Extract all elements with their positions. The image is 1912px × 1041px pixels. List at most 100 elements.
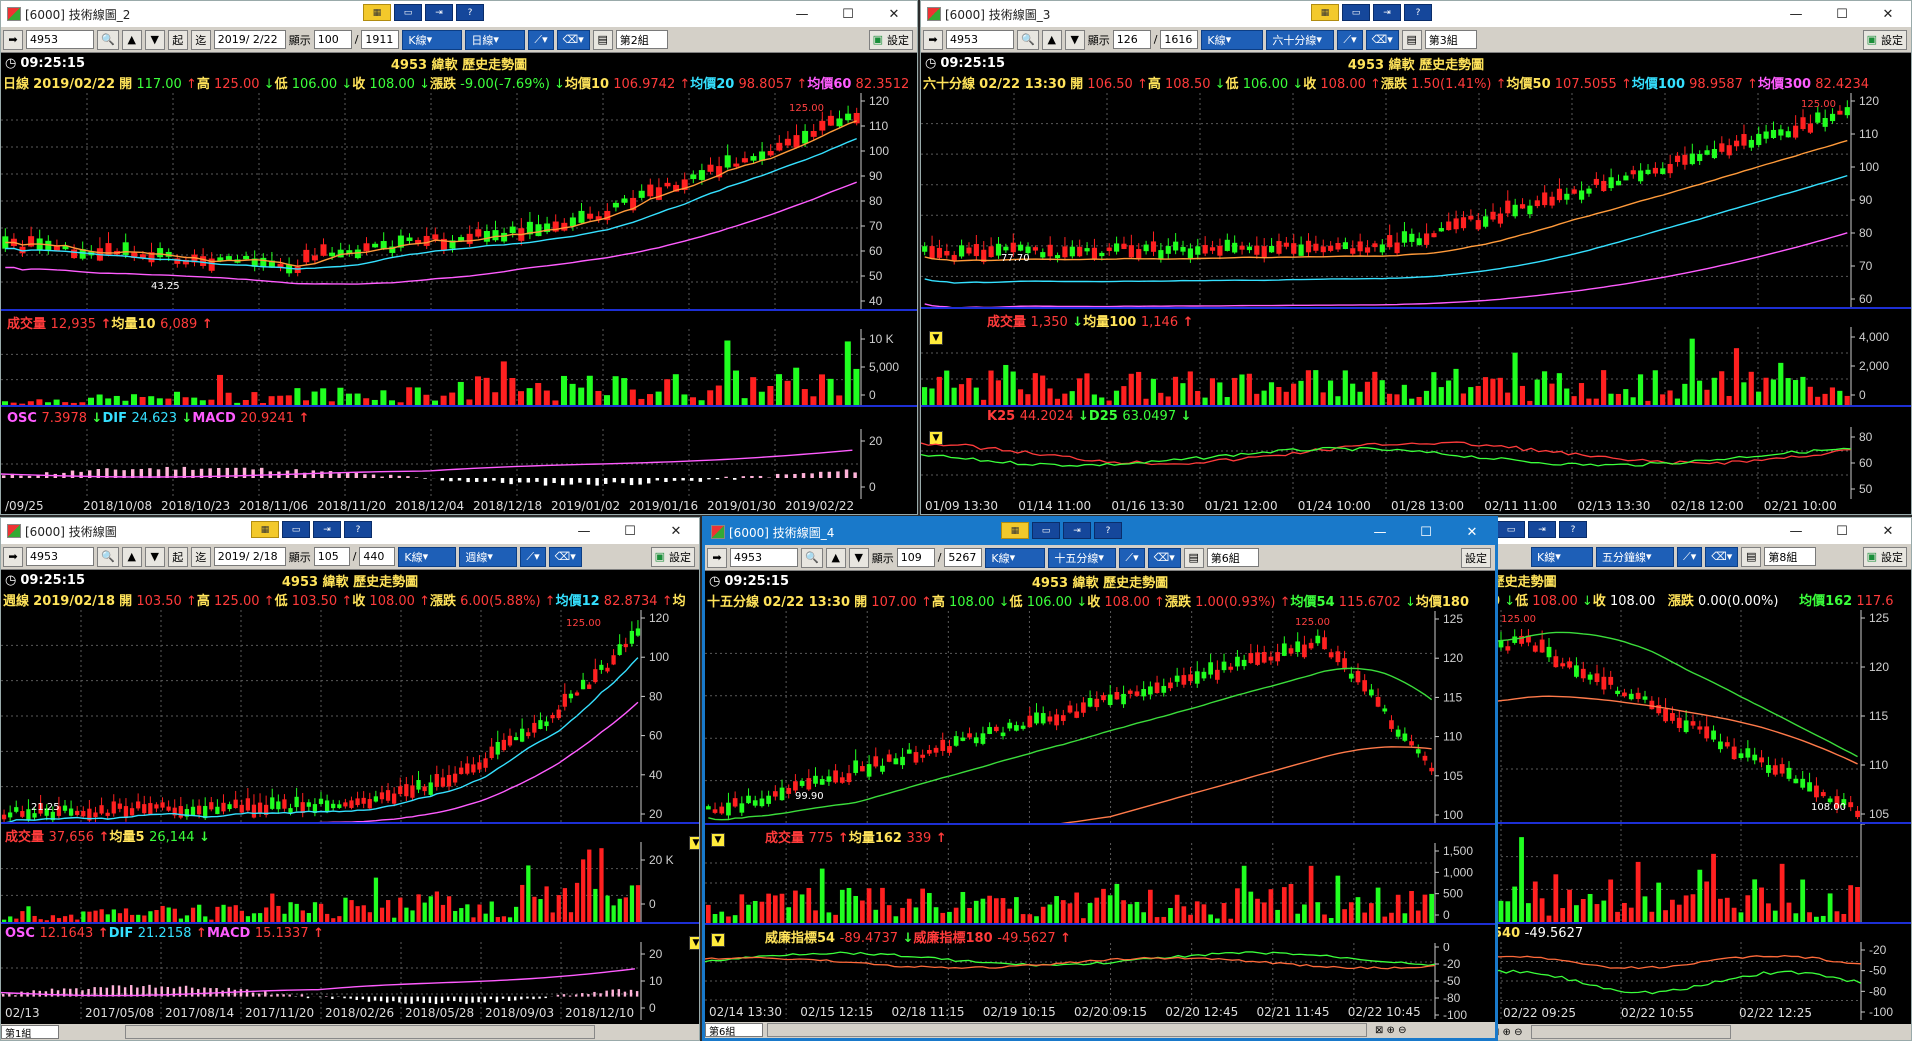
minimize-icon[interactable]: — bbox=[561, 518, 607, 544]
settings-button[interactable]: ▣ 設定 bbox=[1862, 29, 1907, 50]
group-select[interactable]: 第6組 bbox=[1206, 548, 1259, 567]
up-icon[interactable]: ▲ bbox=[121, 29, 142, 50]
search-icon[interactable]: 🔍 bbox=[97, 29, 119, 50]
group-icon[interactable]: ▤ bbox=[1741, 546, 1762, 567]
down-icon[interactable]: ▼ bbox=[144, 546, 165, 567]
arrow-right-icon[interactable]: ➡ bbox=[3, 546, 23, 567]
minimize-icon[interactable]: — bbox=[1773, 518, 1819, 544]
volume-panel[interactable]: 4,000 2,000 0 bbox=[921, 327, 1911, 405]
group-select[interactable]: 第1組 bbox=[1, 1025, 59, 1040]
settings-button[interactable]: ▣ 設定 bbox=[650, 546, 695, 567]
minimize-icon[interactable]: — bbox=[1773, 1, 1819, 27]
price-panel[interactable]: 125 120 115 110 105 100 125.00 99.90 bbox=[705, 611, 1495, 823]
eraser-icon[interactable]: ⌫ bbox=[1147, 547, 1181, 568]
down-icon[interactable]: ▼ bbox=[144, 29, 165, 50]
window-titlebar[interactable]: [6000] 技術線圖_4 ▦ ▭ ⇥? — ☐ ✕ bbox=[705, 519, 1495, 545]
minimize-icon[interactable]: — bbox=[779, 1, 825, 27]
horizontal-scrollbar[interactable] bbox=[767, 1023, 1367, 1037]
eraser-icon[interactable]: ⌫ bbox=[1365, 29, 1399, 50]
group-icon[interactable]: ▤ bbox=[1401, 29, 1422, 50]
window-titlebar[interactable]: [6000] 技術線圖_2 ▦ ▭ ⇥? — ☐ ✕ bbox=[1, 1, 917, 27]
arrow-right-icon[interactable]: ➡ bbox=[923, 29, 943, 50]
draw-line-icon[interactable]: ⟋ bbox=[1677, 546, 1703, 567]
search-icon[interactable]: 🔍 bbox=[801, 547, 823, 568]
date-select[interactable]: 2019/ 2/18 bbox=[213, 547, 286, 566]
price-panel[interactable]: 120 110 100 90 80 70 60 125.00 77.70 bbox=[921, 93, 1911, 307]
chart-type-dropdown[interactable]: K線 bbox=[1201, 29, 1264, 50]
chart-type-dropdown[interactable]: K線 bbox=[985, 547, 1046, 568]
volume-panel[interactable]: 1,500 1,000 500 0 bbox=[705, 843, 1495, 923]
maximize-icon[interactable]: ☐ bbox=[607, 518, 653, 544]
end-button[interactable]: 迄 bbox=[190, 546, 211, 567]
chart-type-dropdown[interactable]: K線 bbox=[398, 546, 457, 567]
start-button[interactable]: 起 bbox=[167, 29, 188, 50]
draw-line-icon[interactable]: ⟋ bbox=[1119, 547, 1145, 568]
show-count-input[interactable]: 105 bbox=[313, 547, 350, 566]
help-icon[interactable]: ? bbox=[1094, 522, 1122, 539]
draw-line-icon[interactable]: ⟋ bbox=[528, 29, 554, 50]
arrow-right-icon[interactable]: ➡ bbox=[3, 29, 23, 50]
maximize-icon[interactable]: ☐ bbox=[1819, 1, 1865, 27]
up-icon[interactable]: ▲ bbox=[121, 546, 142, 567]
dock-icon[interactable]: ⇥ bbox=[425, 4, 453, 21]
symbol-input[interactable]: 4953 bbox=[730, 548, 798, 567]
minimize-icon[interactable]: — bbox=[1357, 519, 1403, 545]
symbol-input[interactable]: 4953 bbox=[26, 547, 94, 566]
dock-icon[interactable]: ⇥ bbox=[313, 521, 341, 538]
volume-panel[interactable]: 20 K 0 bbox=[1, 842, 699, 922]
help-icon[interactable]: ? bbox=[456, 4, 484, 21]
arrow-right-icon[interactable]: ➡ bbox=[707, 547, 727, 568]
show-count-input[interactable]: 109 bbox=[896, 548, 935, 567]
search-icon[interactable]: 🔍 bbox=[1017, 29, 1039, 50]
group-select[interactable]: 第2組 bbox=[615, 30, 668, 49]
up-icon[interactable]: ▲ bbox=[1041, 29, 1062, 50]
window-icon[interactable]: ▭ bbox=[282, 521, 310, 538]
price-panel[interactable]: 120 110 100 90 80 70 60 50 40 125.00 43.25 bbox=[1, 93, 917, 309]
dock-icon[interactable]: ⇥ bbox=[1063, 522, 1091, 539]
layout-icon[interactable]: ▦ bbox=[1311, 4, 1339, 21]
period-dropdown[interactable]: 六十分線 bbox=[1266, 29, 1335, 50]
window-icon[interactable]: ▭ bbox=[1497, 521, 1525, 538]
chart-type-dropdown[interactable]: K線 bbox=[1531, 546, 1593, 567]
settings-button[interactable]: ▣ 設定 bbox=[868, 29, 913, 50]
horizontal-scrollbar[interactable] bbox=[1530, 1025, 1731, 1039]
close-icon[interactable]: ✕ bbox=[1449, 519, 1495, 545]
window-titlebar[interactable]: [6000] 技術線圖 ▦ ▭ ⇥? — ☐ ✕ bbox=[1, 518, 699, 544]
close-icon[interactable]: ✕ bbox=[653, 518, 699, 544]
draw-line-icon[interactable]: ⟋ bbox=[520, 546, 546, 567]
group-select[interactable]: 第3組 bbox=[1424, 30, 1477, 49]
search-icon[interactable]: 🔍 bbox=[97, 546, 119, 567]
dock-icon[interactable]: ⇥ bbox=[1528, 521, 1556, 538]
chart-window-2[interactable]: [6000] 技術線圖_2 ▦ ▭ ⇥? — ☐ ✕ ➡ 4953 🔍 ▲ ▼ 起 迄 … bbox=[0, 0, 918, 515]
volume-panel[interactable]: 10 K 5,000 0 bbox=[1, 329, 917, 405]
show-count-input[interactable]: 100 bbox=[313, 30, 352, 49]
eraser-icon[interactable]: ⌫ bbox=[556, 29, 590, 50]
down-icon[interactable]: ▼ bbox=[1064, 29, 1085, 50]
chart-window-1[interactable]: [6000] 技術線圖 ▦ ▭ ⇥? — ☐ ✕ ➡ 4953 🔍 ▲ ▼ 起 迄 20… bbox=[0, 517, 700, 1041]
period-dropdown[interactable]: 十五分線 bbox=[1048, 547, 1117, 568]
window-icon[interactable]: ▭ bbox=[394, 4, 422, 21]
start-button[interactable]: 起 bbox=[167, 546, 188, 567]
close-icon[interactable]: ✕ bbox=[871, 1, 917, 27]
horizontal-scrollbar[interactable] bbox=[125, 1025, 595, 1039]
help-icon[interactable]: ? bbox=[1559, 521, 1587, 538]
up-icon[interactable]: ▲ bbox=[825, 547, 846, 568]
layout-icon[interactable]: ▦ bbox=[363, 4, 391, 21]
draw-line-icon[interactable]: ⟋ bbox=[1337, 29, 1363, 50]
symbol-input[interactable]: 4953 bbox=[946, 30, 1014, 49]
maximize-icon[interactable]: ☐ bbox=[1819, 518, 1865, 544]
layout-icon[interactable]: ▦ bbox=[1001, 522, 1029, 539]
help-icon[interactable]: ? bbox=[344, 521, 372, 538]
end-button[interactable]: 迄 bbox=[190, 29, 211, 50]
close-icon[interactable]: ✕ bbox=[1865, 518, 1911, 544]
close-icon[interactable]: ✕ bbox=[1865, 1, 1911, 27]
show-count-input[interactable]: 126 bbox=[1112, 30, 1151, 49]
eraser-icon[interactable]: ⌫ bbox=[1705, 546, 1739, 567]
window-titlebar[interactable]: [6000] 技術線圖_3 ▦ ▭ ⇥? — ☐ ✕ bbox=[921, 1, 1911, 27]
group-icon[interactable]: ▤ bbox=[1183, 547, 1204, 568]
period-dropdown[interactable]: 日線 bbox=[465, 29, 526, 50]
settings-button[interactable]: ▣ 設定 bbox=[1862, 546, 1907, 567]
window-icon[interactable]: ▭ bbox=[1032, 522, 1060, 539]
group-select[interactable]: 第8組 bbox=[1764, 547, 1817, 566]
settings-button[interactable]: 設定 bbox=[1461, 547, 1491, 568]
